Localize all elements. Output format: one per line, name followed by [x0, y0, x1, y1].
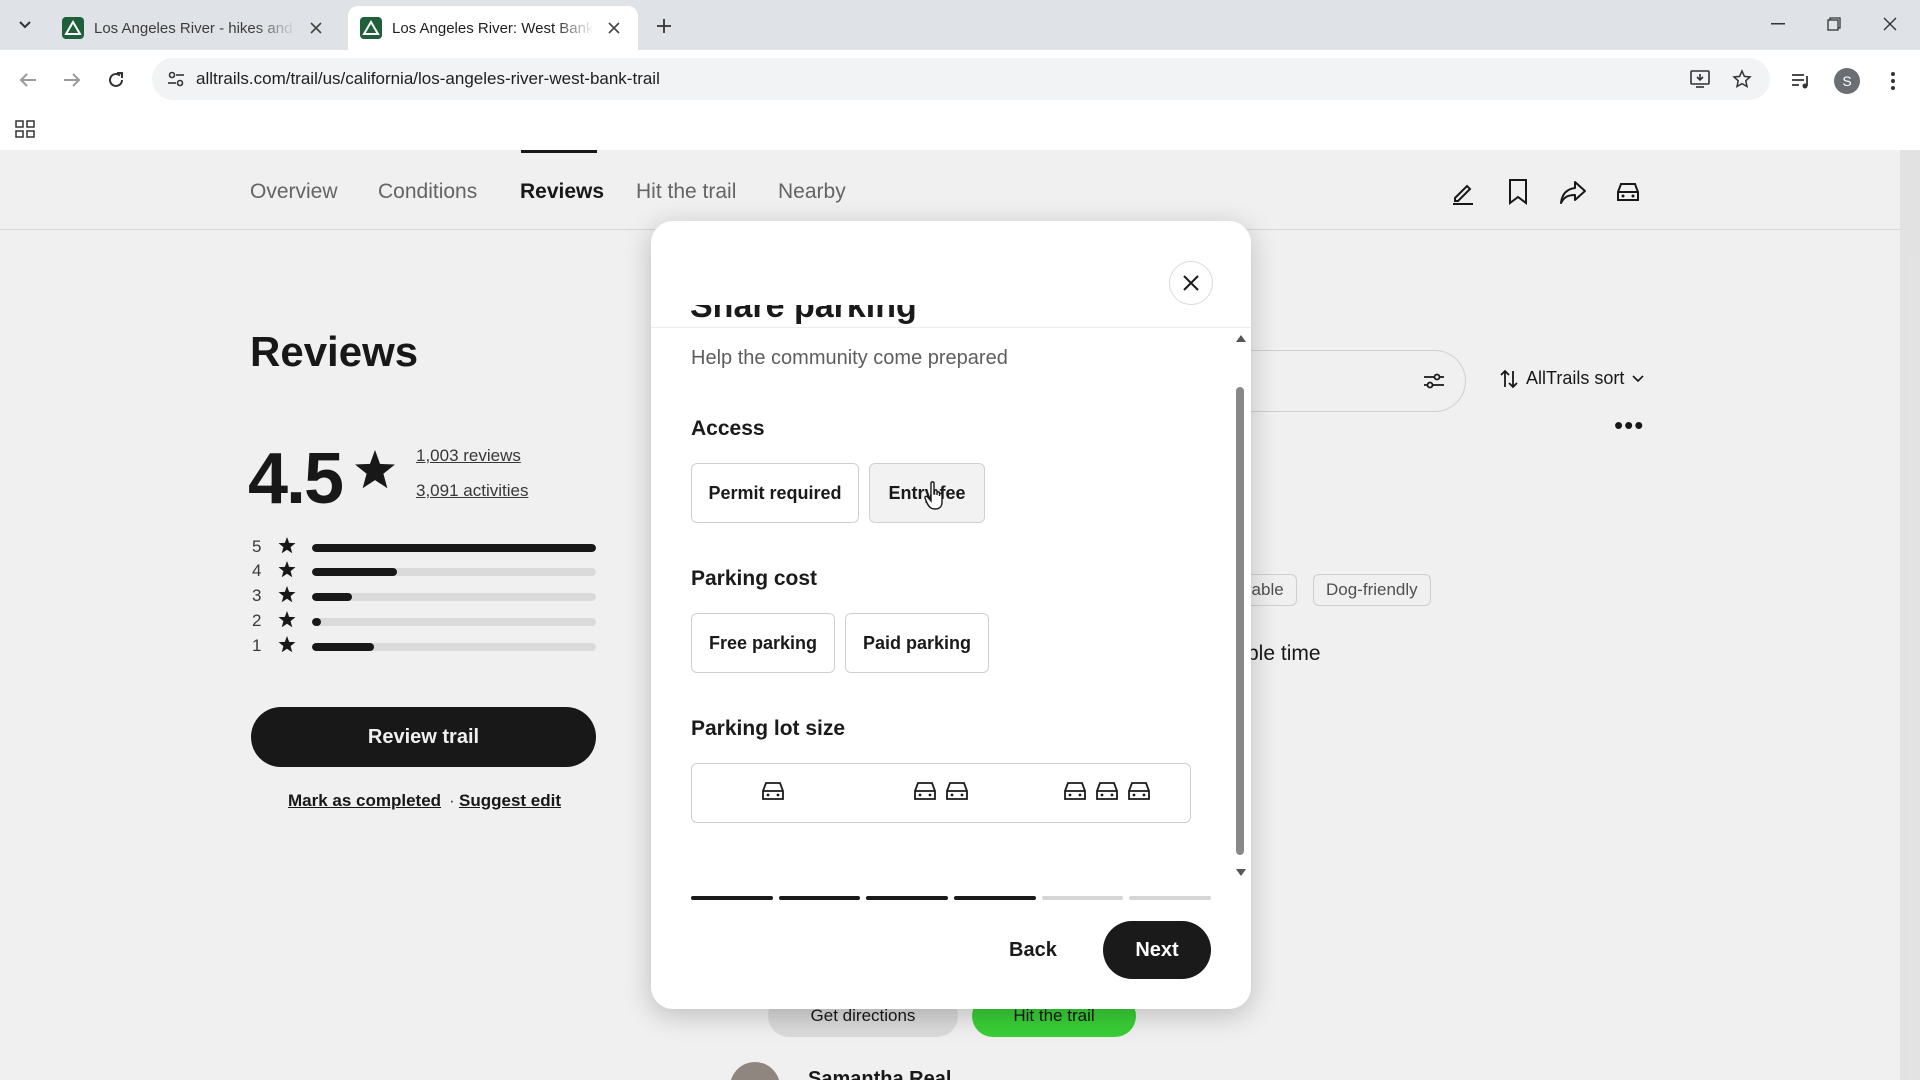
modal-title: Share parking: [690, 305, 917, 325]
alltrails-favicon-icon: [62, 17, 84, 39]
progress-segment: [1129, 896, 1211, 900]
scrollbar-thumb[interactable]: [1236, 387, 1244, 855]
url-text: alltrails.com/trail/us/california/los-an…: [196, 69, 660, 88]
close-window-icon[interactable]: [1870, 8, 1910, 40]
reload-icon[interactable]: [100, 64, 132, 96]
paid-parking-option[interactable]: Paid parking: [845, 613, 989, 673]
apps-grid-icon[interactable]: [12, 116, 38, 142]
permit-required-option[interactable]: Permit required: [691, 463, 859, 523]
back-arrow-icon[interactable]: [12, 64, 44, 96]
alltrails-favicon-icon: [360, 17, 382, 39]
tab-search-icon[interactable]: [8, 10, 42, 40]
browser-menu-icon[interactable]: [1876, 64, 1910, 98]
restore-icon[interactable]: [1814, 8, 1854, 40]
forward-arrow-icon[interactable]: [56, 64, 88, 96]
close-tab-icon[interactable]: [602, 16, 626, 40]
profile-avatar[interactable]: S: [1830, 64, 1864, 98]
progress-segment: [954, 896, 1036, 900]
browser-tab-inactive[interactable]: Los Angeles River - hikes and trails: [50, 6, 340, 50]
progress-segment: [691, 896, 773, 900]
close-icon: [1183, 275, 1199, 291]
address-bar[interactable]: alltrails.com/trail/us/california/los-an…: [152, 58, 1770, 100]
progress-segment: [778, 896, 861, 900]
close-tab-icon[interactable]: [304, 16, 328, 40]
new-tab-icon[interactable]: [650, 12, 678, 40]
modal-scrollbar[interactable]: [1233, 327, 1249, 887]
site-info-icon[interactable]: [160, 63, 192, 95]
tab-title: Los Angeles River - hikes and trails: [94, 19, 296, 37]
bookmarks-bar: [0, 108, 1920, 150]
progress-segment: [1041, 896, 1124, 900]
scroll-up-arrow-icon[interactable]: [1236, 335, 1246, 342]
access-label: Access: [691, 417, 765, 440]
browser-tab-active[interactable]: Los Angeles River: West Bank Trail: [348, 6, 638, 50]
minimize-icon[interactable]: [1758, 8, 1798, 40]
close-modal-button[interactable]: [1169, 261, 1213, 305]
back-button[interactable]: Back: [1009, 939, 1057, 962]
parking-lot-size-label: Parking lot size: [691, 717, 846, 740]
medium-lot-icon[interactable]: [912, 780, 970, 802]
mouse-cursor-icon: [924, 481, 943, 510]
parking-cost-label: Parking cost: [691, 567, 818, 590]
progress-segment: [866, 896, 948, 900]
install-app-icon[interactable]: [1684, 63, 1716, 95]
bookmark-star-icon[interactable]: [1726, 63, 1758, 95]
browser-tab-bar: Los Angeles River - hikes and trails Los…: [0, 0, 1920, 50]
parking-lot-size-selector[interactable]: [691, 763, 1191, 823]
media-control-icon[interactable]: [1784, 64, 1818, 98]
browser-toolbar: alltrails.com/trail/us/california/los-an…: [0, 50, 1920, 108]
small-lot-icon[interactable]: [760, 780, 786, 802]
next-button[interactable]: Next: [1103, 921, 1211, 979]
scroll-down-arrow-icon[interactable]: [1236, 869, 1246, 876]
large-lot-icon[interactable]: [1062, 780, 1152, 802]
modal-subtitle: Help the community come prepared: [691, 347, 1008, 369]
tab-title: Los Angeles River: West Bank Trail: [392, 19, 594, 37]
parking-info-modal: Share parking Help the community come pr…: [651, 221, 1251, 1009]
free-parking-option[interactable]: Free parking: [691, 613, 835, 673]
modal-divider: [651, 327, 1251, 328]
